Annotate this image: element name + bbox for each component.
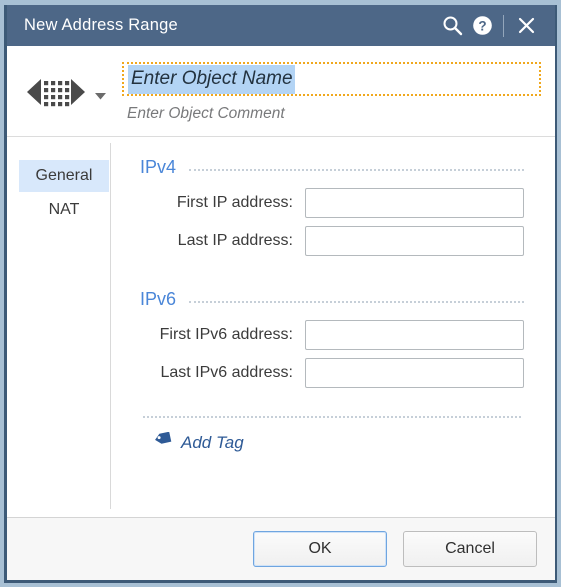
tab-nat-label: NAT: [48, 201, 80, 218]
ok-button[interactable]: OK: [253, 531, 387, 567]
label-last-ipv6-address: Last IPv6 address:: [160, 364, 293, 381]
tab-panel-general: IPv4 First IP address: Last IP address: …: [111, 137, 555, 517]
help-icon[interactable]: ?: [467, 11, 497, 41]
object-header: Enter Object Name Enter Object Comment: [7, 46, 555, 137]
input-last-ipv6-address[interactable]: [305, 358, 524, 388]
cancel-button[interactable]: Cancel: [403, 531, 537, 567]
section-rule: [189, 301, 524, 304]
cancel-button-label: Cancel: [445, 540, 495, 557]
object-name-comment-group: Enter Object Name Enter Object Comment: [122, 62, 541, 123]
label-first-ip-address: First IP address:: [176, 194, 293, 211]
field-row-last-ip: Last IP address:: [140, 226, 524, 256]
titlebar-divider: [503, 14, 504, 37]
section-header-ipv4: IPv4: [140, 157, 524, 178]
tab-general[interactable]: General: [19, 160, 109, 192]
dialog-title: New Address Range: [24, 16, 178, 34]
dialog-titlebar: New Address Range ?: [7, 5, 555, 46]
object-type-selector[interactable]: [25, 76, 106, 113]
tag-icon: [154, 431, 172, 453]
field-row-first-ip: First IP address:: [140, 188, 524, 218]
dialog-footer: OK Cancel: [7, 517, 555, 580]
tab-list: General NAT: [7, 137, 110, 517]
new-address-range-dialog: New Address Range ? Enter Object Name En…: [4, 5, 557, 583]
label-last-ip-address: Last IP address:: [177, 232, 293, 249]
object-name-input[interactable]: Enter Object Name: [122, 62, 541, 96]
tab-nat[interactable]: NAT: [19, 194, 109, 226]
input-first-ip-address[interactable]: [305, 188, 524, 218]
close-icon[interactable]: [511, 11, 541, 41]
chevron-down-icon: [95, 87, 106, 105]
tab-general-label: General: [35, 167, 93, 184]
input-last-ip-address[interactable]: [305, 226, 524, 256]
search-icon[interactable]: [437, 11, 467, 41]
section-title-ipv4: IPv4: [140, 157, 177, 177]
field-row-last-ipv6: Last IPv6 address:: [140, 358, 524, 388]
svg-text:?: ?: [478, 18, 486, 33]
add-tag-button[interactable]: Add Tag: [154, 431, 244, 453]
object-comment-input[interactable]: Enter Object Comment: [127, 105, 541, 123]
dialog-body: General NAT IPv4 First IP address: Last …: [7, 137, 555, 517]
screen: New Address Range ? Enter Object Name En…: [0, 0, 561, 587]
ok-button-label: OK: [308, 540, 332, 557]
input-first-ipv6-address[interactable]: [305, 320, 524, 350]
field-row-first-ipv6: First IPv6 address:: [140, 320, 524, 350]
section-header-ipv6: IPv6: [140, 289, 524, 310]
object-name-value: Enter Object Name: [128, 64, 295, 94]
section-title-ipv6: IPv6: [140, 289, 177, 309]
tag-separator: [143, 416, 521, 419]
section-rule: [189, 169, 524, 172]
address-range-icon: [25, 76, 87, 113]
add-tag-label: Add Tag: [181, 432, 244, 452]
label-first-ipv6-address: First IPv6 address:: [159, 326, 293, 343]
